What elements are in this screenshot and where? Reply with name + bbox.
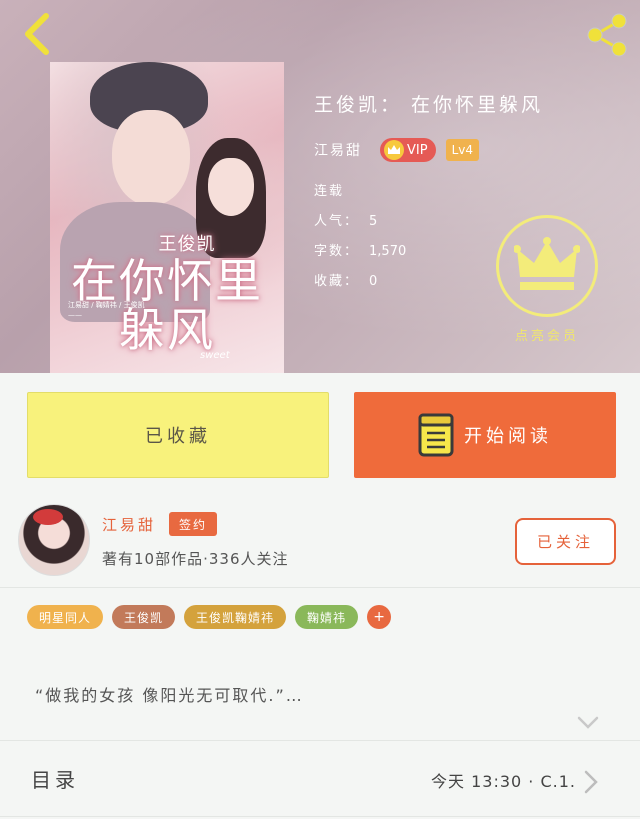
cover-figure-face	[112, 110, 190, 206]
collected-label: 已收藏	[145, 426, 211, 447]
vip-member-button[interactable]: 点亮会员	[496, 215, 598, 344]
share-button[interactable]	[582, 10, 632, 60]
cover-author-text: 王俊凯	[158, 234, 216, 255]
level-badge: Lv4	[445, 139, 479, 161]
cover-title-line1: 在你怀里	[71, 254, 263, 308]
follow-button[interactable]: 已关注	[515, 518, 616, 565]
toc-label: 目录	[31, 768, 79, 792]
start-reading-label: 开始阅读	[464, 426, 552, 447]
book-author-name: 江易甜	[314, 143, 362, 159]
stat-favorites: 收藏： 0	[314, 272, 406, 302]
chevron-left-icon	[25, 13, 49, 55]
stat-label: 字数：	[314, 244, 360, 259]
tag-list: 明星同人 王俊凯 王俊凯鞠婧祎 鞠婧祎 +	[27, 605, 392, 629]
book-icon	[418, 413, 454, 457]
tag-item[interactable]: 鞠婧祎	[295, 605, 359, 629]
book-header: 王俊凯 在你怀里 躲风 江易甜 / 鞠婧祎 / 王俊凯 —— sweet 王俊凯…	[0, 0, 640, 373]
stat-value: 5	[369, 214, 378, 229]
tag-item[interactable]: 王俊凯鞠婧祎	[184, 605, 287, 629]
book-author-line: 江易甜 VIP Lv4	[314, 138, 479, 162]
book-status: 连载	[314, 184, 345, 199]
divider	[0, 740, 640, 741]
stat-value: 1,570	[369, 244, 407, 259]
vip-member-label: 点亮会员	[514, 329, 579, 344]
start-reading-button[interactable]: 开始阅读	[354, 392, 616, 478]
author-name[interactable]: 江易甜	[102, 514, 156, 535]
cover-title: 王俊凯 在你怀里 躲风	[56, 230, 278, 354]
stat-label: 人气：	[314, 214, 360, 229]
author-avatar[interactable]	[18, 504, 90, 576]
author-works-info: 著有10部作品·336人关注	[102, 550, 289, 568]
vip-badge: VIP	[380, 138, 436, 162]
stat-word-count: 字数： 1,570	[314, 242, 406, 272]
share-icon	[587, 13, 627, 57]
stat-popularity: 人气： 5	[314, 212, 406, 242]
stat-value: 0	[369, 274, 378, 289]
stat-label: 收藏：	[314, 274, 360, 289]
add-tag-button[interactable]: +	[367, 605, 392, 629]
table-of-contents-row[interactable]: 目录 今天 13:30 · C.1.	[0, 742, 640, 816]
collected-button[interactable]: 已收藏	[27, 392, 329, 478]
avatar-bow	[33, 509, 63, 525]
latest-update: 今天 13:30 · C.1.	[431, 772, 576, 791]
cover-blurb: 江易甜 / 鞠婧祎 / 王俊凯 ——	[68, 301, 145, 319]
chevron-down-icon	[577, 716, 599, 729]
vip-member-circle	[496, 215, 598, 317]
chevron-right-icon	[580, 768, 602, 796]
book-cover[interactable]: 王俊凯 在你怀里 躲风 江易甜 / 鞠婧祎 / 王俊凯 —— sweet	[50, 62, 284, 373]
signed-badge: 签约	[169, 512, 218, 536]
book-description: “做我的女孩 像阳光无可取代.”…	[35, 686, 304, 705]
divider	[0, 587, 640, 588]
divider	[0, 816, 640, 817]
cover-figure2-face	[208, 158, 254, 216]
back-button[interactable]	[14, 10, 58, 58]
crown-icon	[384, 140, 404, 160]
tag-item[interactable]: 明星同人	[27, 605, 104, 629]
tag-item[interactable]: 王俊凯	[112, 605, 176, 629]
cover-sweet-text: sweet	[200, 350, 230, 361]
vip-label: VIP	[407, 142, 428, 158]
book-title: 王俊凯： 在你怀里躲风	[314, 94, 544, 116]
expand-description-button[interactable]	[574, 712, 602, 734]
crown-icon	[514, 237, 580, 290]
book-stats: 连载 人气： 5 字数： 1,570 收藏： 0	[314, 182, 406, 302]
